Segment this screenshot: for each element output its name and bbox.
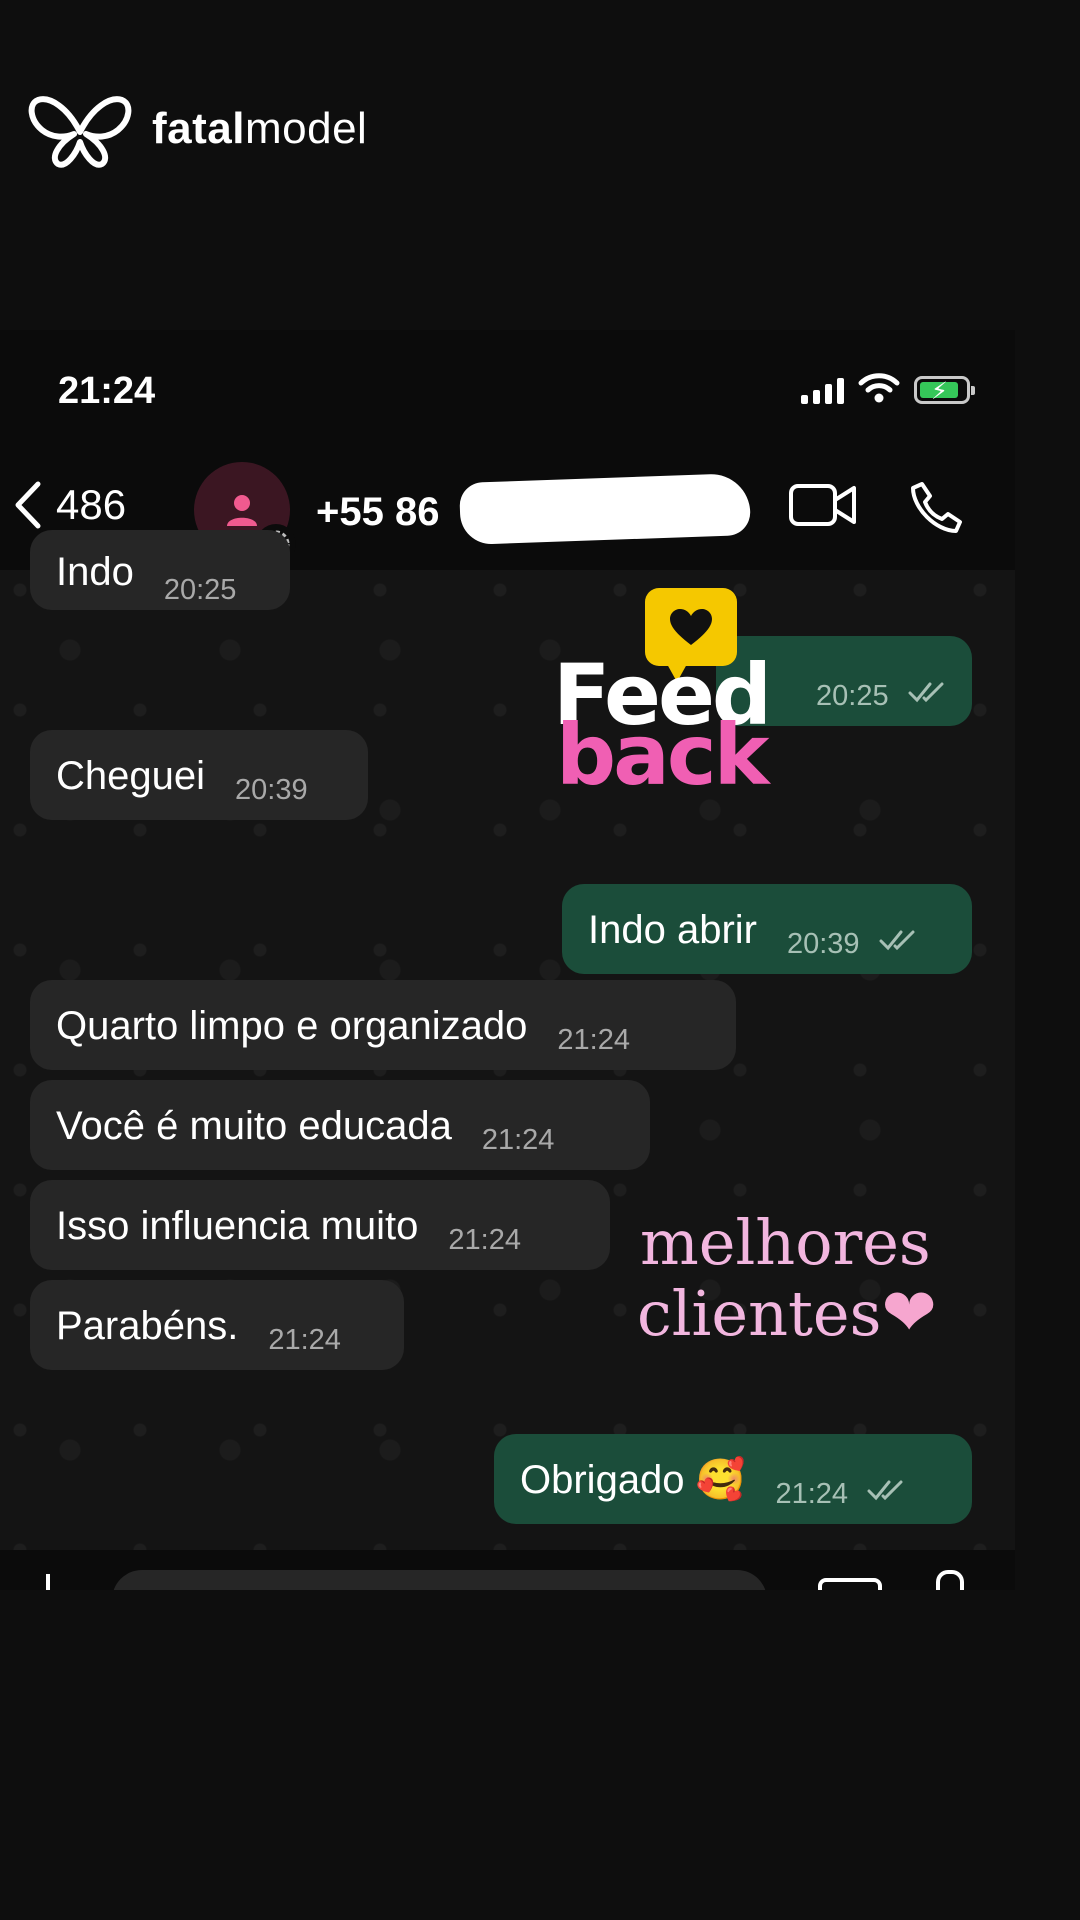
- signal-icon: [801, 376, 844, 404]
- composer-bar: [0, 1570, 1015, 1590]
- message-time: 20:39: [786, 928, 860, 960]
- person-icon: [227, 495, 257, 526]
- battery-icon: ⚡: [914, 376, 975, 405]
- feedback-sticker: Feed back: [548, 588, 788, 804]
- butterfly-logo-icon: [28, 96, 132, 168]
- message-bubble-incoming[interactable]: Indo 20:25: [30, 530, 290, 610]
- double-check-icon: [908, 682, 944, 703]
- phone-call-icon[interactable]: [908, 480, 964, 536]
- wifi-icon: [858, 373, 900, 403]
- message-bubble-incoming[interactable]: Quarto limpo e organizado 21:24: [30, 980, 736, 1070]
- chevron-left-icon: [15, 481, 41, 529]
- status-bar: 21:24 ⚡: [0, 330, 1015, 450]
- plus-icon[interactable]: [46, 1574, 50, 1590]
- message-text: Quarto limpo e organizado: [56, 1004, 528, 1048]
- brand-header: fatalmodel: [28, 90, 367, 168]
- redaction-scribble: [459, 472, 751, 546]
- camera-icon[interactable]: [818, 1578, 882, 1590]
- unread-count: 486: [56, 481, 127, 528]
- message-time: 20:25: [163, 574, 237, 606]
- message-time: 21:24: [557, 1024, 630, 1056]
- message-bubble-incoming[interactable]: Isso influencia muito 21:24: [30, 1180, 610, 1270]
- message-text: Parabéns.: [56, 1304, 239, 1348]
- microphone-icon[interactable]: [936, 1570, 964, 1590]
- message-text: Você é muito educada: [56, 1104, 452, 1148]
- message-time: 20:39: [235, 774, 308, 806]
- message-text: Cheguei: [56, 754, 206, 798]
- double-check-icon: [867, 1480, 903, 1501]
- back-button[interactable]: 486: [10, 478, 126, 532]
- script-line-1: melhores: [640, 1206, 931, 1279]
- script-line-2: clientes: [637, 1277, 882, 1350]
- message-time: 21:24: [775, 1478, 849, 1510]
- melhores-clientes-sticker: melhores clientes❤: [637, 1206, 937, 1351]
- message-bubble-incoming[interactable]: Cheguei 20:39: [30, 730, 368, 820]
- chat-area[interactable]: Indo 20:25 20:25 Cheguei 20:39 Indo abrir 2…: [0, 530, 1015, 1550]
- brand-name: fatalmodel: [152, 104, 368, 153]
- message-input[interactable]: [112, 1570, 767, 1590]
- double-check-icon: [879, 930, 915, 951]
- message-bubble-incoming[interactable]: Você é muito educada 21:24: [30, 1080, 650, 1170]
- message-bubble-outgoing[interactable]: Indo abrir 20:39: [562, 884, 972, 974]
- status-time: 21:24: [58, 370, 156, 412]
- chat-screenshot: 21:24 ⚡ 486 +55 86 Indo 20:25 20:25 Cheg…: [0, 330, 1015, 1590]
- message-bubble-incoming[interactable]: Parabéns. 21:24: [30, 1280, 404, 1370]
- heart-icon: ❤: [881, 1274, 937, 1351]
- message-text: Indo abrir: [588, 908, 757, 952]
- message-time: 21:24: [481, 1124, 555, 1156]
- video-call-icon[interactable]: [788, 480, 858, 530]
- feedback-word-back: back: [556, 706, 769, 804]
- message-time: 20:25: [816, 680, 889, 712]
- message-text: Indo: [56, 550, 134, 594]
- message-time: 21:24: [268, 1324, 341, 1356]
- message-text: Isso influencia muito: [56, 1204, 419, 1248]
- message-time: 21:24: [448, 1224, 521, 1256]
- contact-name[interactable]: +55 86: [316, 490, 439, 535]
- message-bubble-outgoing[interactable]: Obrigado 🥰 21:24: [494, 1434, 972, 1524]
- message-text: Obrigado 🥰: [520, 1458, 746, 1502]
